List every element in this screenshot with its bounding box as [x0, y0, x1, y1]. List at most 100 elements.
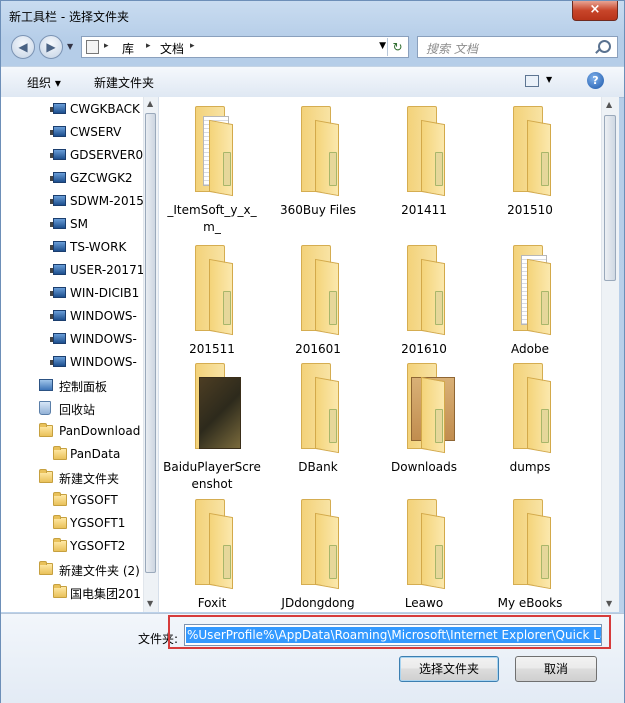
scroll-up-icon[interactable]: ▲	[147, 99, 153, 108]
folder-item[interactable]: Downloads	[374, 359, 474, 476]
view-icon[interactable]	[525, 75, 539, 87]
folder-item[interactable]: 201601	[268, 241, 368, 358]
folder-item[interactable]: 201510	[480, 102, 580, 219]
view-dropdown-icon[interactable]: ▼	[546, 75, 552, 84]
folder-item[interactable]: My eBooks	[480, 495, 580, 612]
folder-item[interactable]: 201610	[374, 241, 474, 358]
sidebar-item[interactable]: YGSOFT1	[1, 512, 143, 535]
folder-label: My eBooks	[497, 596, 563, 610]
folder-name-input[interactable]: %UserProfile%\AppData\Roaming\Microsoft\…	[184, 624, 602, 646]
sidebar-item[interactable]: 回收站	[1, 397, 143, 420]
folder-name-value[interactable]: %UserProfile%\AppData\Roaming\Microsoft\…	[186, 627, 601, 643]
folder-item[interactable]: BaiduPlayerScreenshot	[162, 359, 262, 493]
search-box[interactable]: 搜索 文档	[417, 36, 618, 58]
sidebar-item[interactable]: SDWM-2015	[1, 190, 143, 213]
folder-label: 360Buy Files	[280, 203, 356, 217]
folder-icon	[53, 515, 67, 529]
folder-item[interactable]: Foxit	[162, 495, 262, 612]
scroll-down-icon[interactable]: ▼	[147, 599, 153, 608]
crumb-separator-icon[interactable]: ▸	[104, 41, 109, 51]
search-icon[interactable]	[598, 40, 611, 53]
folder-picker-dialog: 新工具栏 - 选择文件夹 × ◀ ▶ ▼ ▸ 库 ▸ 文档 ▸ ▼ ↻ 搜索 文…	[0, 0, 625, 703]
sidebar-item-label: 回收站	[59, 403, 96, 417]
sidebar-item[interactable]: GZCWGK2	[1, 167, 143, 190]
back-button[interactable]: ◀	[11, 35, 35, 59]
folder-icon	[39, 423, 53, 437]
sidebar-item-label: CWGKBACK	[70, 102, 140, 116]
folder-label: Adobe	[511, 342, 549, 356]
folder-item[interactable]: DBank	[268, 359, 368, 476]
folder-icon	[499, 495, 561, 591]
folder-label: Downloads	[391, 460, 457, 474]
sidebar-item[interactable]: TS-WORK	[1, 236, 143, 259]
forward-button[interactable]: ▶	[39, 35, 63, 59]
computer-icon	[50, 218, 66, 229]
computer-icon	[50, 195, 66, 206]
navigation-pane-scrollbar[interactable]: ▲ ▼	[143, 97, 158, 612]
sidebar-item[interactable]: 新建文件夹	[1, 466, 143, 489]
crumb-separator-icon[interactable]: ▸	[190, 41, 195, 51]
select-folder-button[interactable]: 选择文件夹	[399, 656, 499, 682]
navigation-pane[interactable]: CWGKBACK CWSERV GDSERVER0 GZCWGK2 SDWM-2015 S…	[1, 97, 159, 612]
folder-item[interactable]: 201511	[162, 241, 262, 358]
folder-item[interactable]: dumps	[480, 359, 580, 476]
sidebar-item[interactable]: WINDOWS-	[1, 328, 143, 351]
folder-icon	[287, 241, 349, 337]
folder-item[interactable]: JDdongdong	[268, 495, 368, 612]
sidebar-item[interactable]: GDSERVER0	[1, 144, 143, 167]
sidebar-item[interactable]: PanData	[1, 443, 143, 466]
crumb-separator-icon[interactable]: ▸	[146, 41, 151, 51]
folder-icon	[181, 359, 243, 455]
computer-icon	[50, 333, 66, 344]
scroll-up-icon[interactable]: ▲	[606, 100, 612, 109]
sidebar-item[interactable]: 控制面板	[1, 374, 143, 397]
cancel-button[interactable]: 取消	[515, 656, 597, 682]
folder-label: 201601	[295, 342, 341, 356]
dialog-footer: 文件夹: %UserProfile%\AppData\Roaming\Micro…	[1, 613, 624, 703]
folder-icon	[53, 538, 67, 552]
sidebar-item[interactable]: USER-20171	[1, 259, 143, 282]
scroll-down-icon[interactable]: ▼	[606, 599, 612, 608]
sidebar-item[interactable]: 国电集团201	[1, 581, 143, 604]
organize-menu[interactable]: 组织 ▾	[27, 74, 61, 91]
sidebar-item-label: 控制面板	[59, 380, 108, 394]
address-bar[interactable]: ▸ 库 ▸ 文档 ▸ ▼ ↻	[81, 36, 409, 58]
folder-item[interactable]: Adobe	[480, 241, 580, 358]
sidebar-item[interactable]: YGSOFT2	[1, 535, 143, 558]
close-button[interactable]: ×	[572, 1, 618, 21]
refresh-button[interactable]: ↻	[387, 38, 407, 56]
sidebar-item[interactable]: WIN-DICIB1	[1, 282, 143, 305]
sidebar-item[interactable]: SM	[1, 213, 143, 236]
sidebar-item-label: 新建文件夹	[59, 472, 120, 486]
sidebar-item[interactable]: YGSOFT	[1, 489, 143, 512]
help-icon[interactable]: ?	[587, 72, 604, 89]
sidebar-item[interactable]: WINDOWS-	[1, 351, 143, 374]
folder-view[interactable]: _ItemSoft_y_x_m_ 360Buy Files 201411 201510…	[159, 97, 602, 612]
sidebar-item[interactable]: CWSERV	[1, 121, 143, 144]
folder-item[interactable]: _ItemSoft_y_x_m_	[162, 102, 262, 236]
folder-icon	[39, 561, 53, 575]
crumb-documents[interactable]: 文档	[160, 40, 184, 57]
crumb-library[interactable]: 库	[122, 40, 134, 57]
sidebar-item[interactable]: WINDOWS-	[1, 305, 143, 328]
new-folder-button[interactable]: 新建文件夹	[94, 74, 154, 91]
sidebar-item-label: YGSOFT2	[70, 539, 126, 553]
sidebar-item[interactable]: PanDownload	[1, 420, 143, 443]
address-dropdown-icon[interactable]: ▼	[379, 41, 386, 51]
folder-view-scrollbar[interactable]: ▲ ▼	[601, 97, 619, 612]
sidebar-item[interactable]: CWGKBACK	[1, 98, 143, 121]
folder-item[interactable]: Leawo	[374, 495, 474, 612]
scrollbar-thumb[interactable]	[604, 115, 616, 281]
recent-pages-dropdown-icon[interactable]: ▼	[67, 42, 73, 51]
scrollbar-thumb[interactable]	[145, 113, 156, 573]
sidebar-item-label: PanData	[70, 447, 121, 461]
search-input[interactable]: 搜索 文档	[426, 40, 478, 57]
folder-item[interactable]: 360Buy Files	[268, 102, 368, 219]
folder-icon	[181, 102, 243, 198]
sidebar-item-label: CWSERV	[70, 125, 122, 139]
title-bar[interactable]: 新工具栏 - 选择文件夹 ×	[1, 1, 624, 31]
control-panel-icon	[39, 379, 53, 391]
folder-icon	[181, 495, 243, 591]
folder-item[interactable]: 201411	[374, 102, 474, 219]
sidebar-item[interactable]: 新建文件夹 (2)	[1, 558, 143, 581]
